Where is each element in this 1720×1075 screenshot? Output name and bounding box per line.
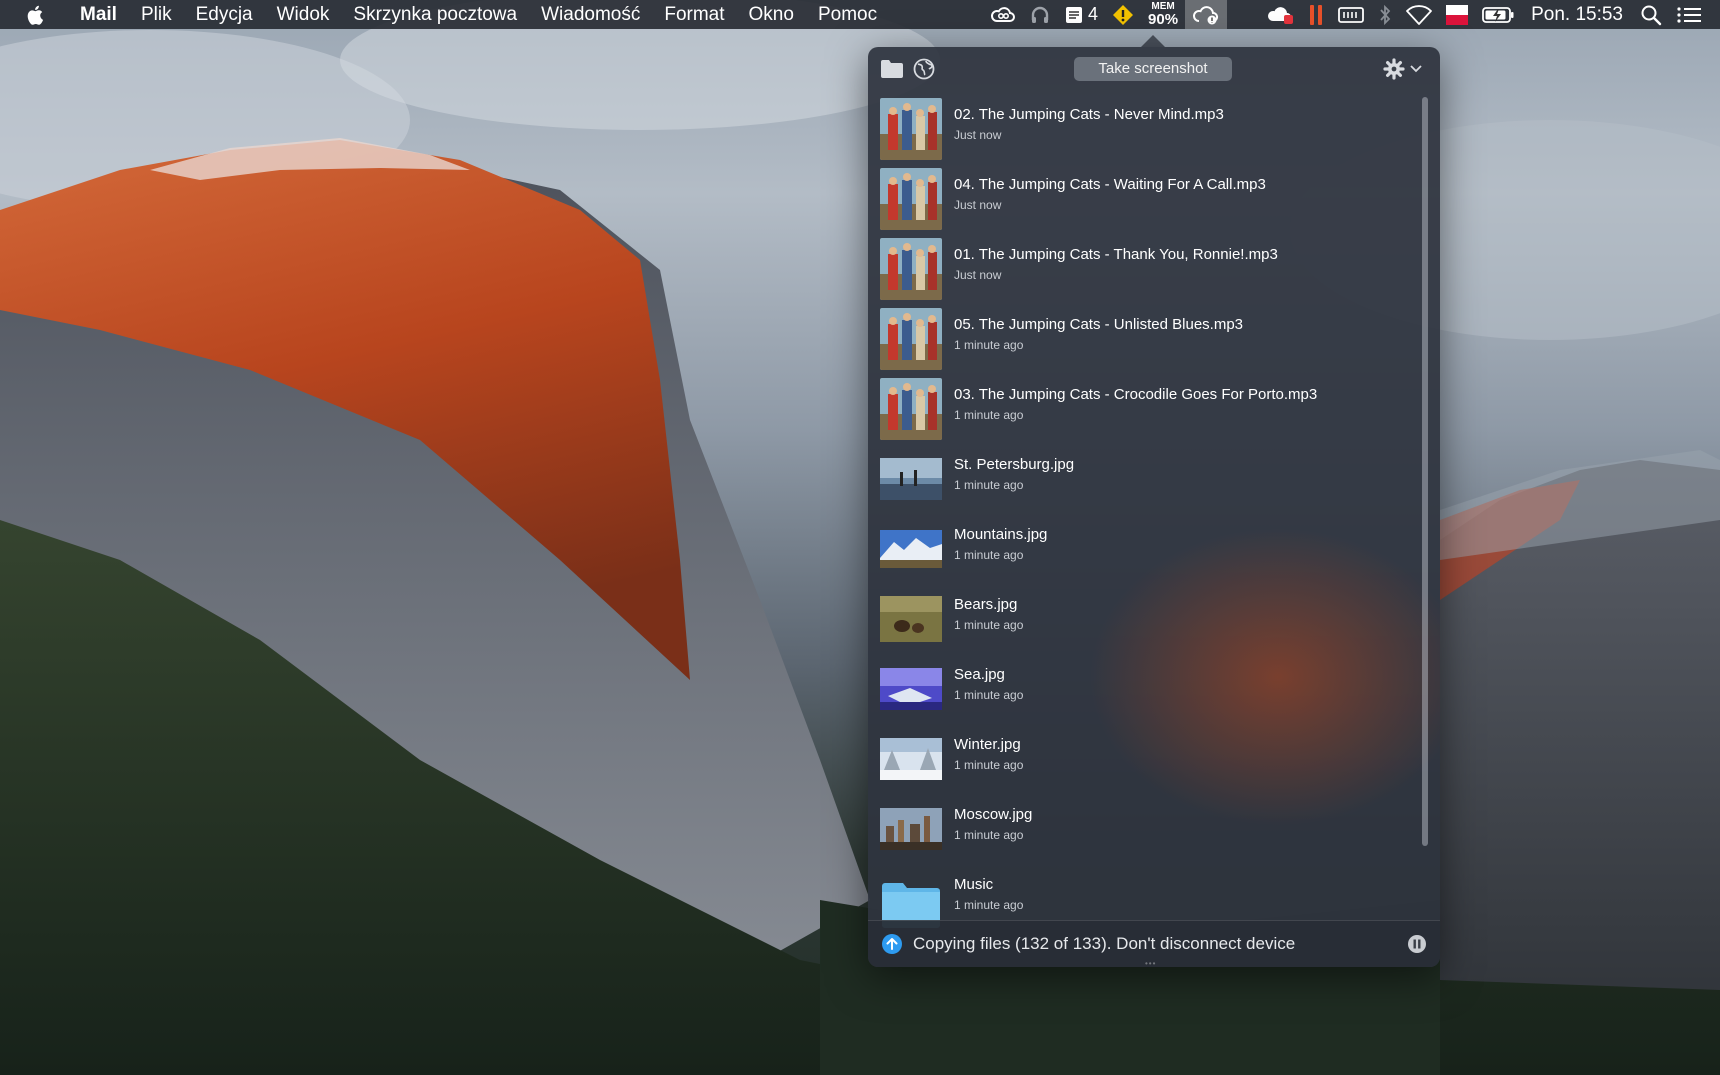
wifi-icon[interactable] — [1399, 0, 1439, 29]
file-name: Bears.jpg — [954, 596, 1018, 613]
file-time: 1 minute ago — [954, 758, 1024, 772]
resize-grip-icon[interactable]: ••• — [1145, 959, 1156, 967]
file-name: 03. The Jumping Cats - Crocodile Goes Fo… — [954, 386, 1318, 403]
popover-header: Take screenshot — [868, 47, 1440, 91]
album-art-thumbnail — [880, 98, 942, 160]
photo-thumbnail — [880, 658, 942, 720]
file-name: St. Petersburg.jpg — [954, 456, 1075, 473]
file-time: 1 minute ago — [954, 688, 1024, 702]
file-time: Just now — [954, 198, 1002, 212]
file-row[interactable]: Mountains.jpg 1 minute ago — [880, 515, 1420, 583]
file-row[interactable]: 02. The Jumping Cats - Never Mind.mp3 Ju… — [880, 95, 1420, 163]
file-name: Winter.jpg — [954, 736, 1021, 753]
cloud-sync-icon[interactable] — [1259, 0, 1301, 29]
file-time: 1 minute ago — [954, 898, 1024, 912]
creative-cloud-icon[interactable] — [983, 0, 1023, 29]
photo-thumbnail — [880, 448, 942, 510]
battery-icon[interactable] — [1475, 0, 1521, 29]
file-row[interactable]: 05. The Jumping Cats - Unlisted Blues.mp… — [880, 305, 1420, 373]
file-name: Sea.jpg — [954, 666, 1005, 683]
keyboard-icon[interactable] — [1331, 0, 1371, 29]
file-time: 1 minute ago — [954, 478, 1024, 492]
file-name: Moscow.jpg — [954, 806, 1033, 823]
menu-skrzynka-pocztowa[interactable]: Skrzynka pocztowa — [341, 0, 529, 29]
bluetooth-icon[interactable] — [1371, 0, 1399, 29]
file-time: 1 minute ago — [954, 338, 1024, 352]
memory-value: 90% — [1148, 11, 1179, 28]
pause-bars-icon[interactable] — [1301, 0, 1331, 29]
menubar-clock[interactable]: Pon. 15:53 — [1521, 4, 1633, 26]
album-art-thumbnail — [880, 378, 942, 440]
recent-files-list: 02. The Jumping Cats - Never Mind.mp3 Ju… — [868, 95, 1428, 967]
gear-icon[interactable] — [1382, 58, 1406, 80]
file-time: 1 minute ago — [954, 618, 1024, 632]
apple-menu-icon[interactable] — [26, 4, 48, 26]
globe-icon[interactable] — [912, 58, 936, 80]
file-name: 01. The Jumping Cats - Thank You, Ronnie… — [954, 246, 1278, 263]
menu-okno[interactable]: Okno — [737, 0, 806, 29]
popover-arrow — [1141, 35, 1165, 47]
folder-icon[interactable] — [880, 58, 904, 80]
menu-widok[interactable]: Widok — [265, 0, 342, 29]
menu-plik[interactable]: Plik — [129, 0, 184, 29]
menu-format[interactable]: Format — [652, 0, 736, 29]
file-time: 1 minute ago — [954, 548, 1024, 562]
file-row[interactable]: Winter.jpg 1 minute ago — [880, 725, 1420, 793]
file-time: 1 minute ago — [954, 828, 1024, 842]
file-name: 02. The Jumping Cats - Never Mind.mp3 — [954, 106, 1224, 123]
take-screenshot-button[interactable]: Take screenshot — [1074, 57, 1232, 81]
notes-count: 4 — [1088, 4, 1099, 24]
album-art-thumbnail — [880, 308, 942, 370]
input-source-flag-icon[interactable] — [1439, 0, 1475, 29]
file-name: 04. The Jumping Cats - Waiting For A Cal… — [954, 176, 1266, 193]
upload-arrow-icon — [881, 933, 903, 955]
photo-thumbnail — [880, 798, 942, 860]
desktop-wallpaper — [0, 0, 1720, 1075]
upload-popover: Take screenshot 02. The Jumping Cats - N… — [868, 47, 1440, 967]
menubar-spacer — [1227, 0, 1259, 29]
file-row[interactable]: 03. The Jumping Cats - Crocodile Goes Fo… — [880, 375, 1420, 443]
file-row[interactable]: Moscow.jpg 1 minute ago — [880, 795, 1420, 863]
photo-thumbnail — [880, 728, 942, 790]
album-art-thumbnail — [880, 238, 942, 300]
photo-thumbnail — [880, 518, 942, 580]
file-name: Music — [954, 876, 994, 893]
file-time: 1 minute ago — [954, 408, 1024, 422]
album-art-thumbnail — [880, 168, 942, 230]
memory-monitor[interactable]: MEM 90% — [1141, 0, 1185, 29]
menu-edycja[interactable]: Edycja — [184, 0, 265, 29]
cloud-upload-app-icon[interactable] — [1185, 0, 1228, 29]
file-time: Just now — [954, 268, 1002, 282]
menu-wiadomosc[interactable]: Wiadomość — [529, 0, 652, 29]
menu-pomoc[interactable]: Pomoc — [806, 0, 889, 29]
photo-thumbnail — [880, 588, 942, 650]
status-footer: Copying files (132 of 133). Don't discon… — [868, 920, 1440, 967]
file-row[interactable]: St. Petersburg.jpg 1 minute ago — [880, 445, 1420, 513]
copy-status-text: Copying files (132 of 133). Don't discon… — [913, 934, 1296, 953]
file-name: Mountains.jpg — [954, 526, 1048, 543]
file-name: 05. The Jumping Cats - Unlisted Blues.mp… — [954, 316, 1244, 333]
file-row[interactable]: 01. The Jumping Cats - Thank You, Ronnie… — [880, 235, 1420, 303]
notes-icon[interactable]: 4 — [1057, 0, 1105, 29]
spotlight-search-icon[interactable] — [1633, 0, 1669, 29]
pause-button-icon[interactable] — [1407, 934, 1427, 954]
notification-center-icon[interactable] — [1669, 0, 1720, 29]
file-time: Just now — [954, 128, 1002, 142]
menu-bar: Mail Plik Edycja Widok Skrzynka pocztowa… — [0, 0, 1720, 29]
file-row[interactable]: Sea.jpg 1 minute ago — [880, 655, 1420, 723]
file-row[interactable]: 04. The Jumping Cats - Waiting For A Cal… — [880, 165, 1420, 233]
menu-app-mail[interactable]: Mail — [68, 0, 129, 29]
chevron-down-icon[interactable] — [1409, 58, 1423, 80]
warning-diamond-icon[interactable] — [1105, 0, 1141, 29]
headphones-icon[interactable] — [1023, 0, 1057, 29]
list-scrollbar[interactable] — [1422, 97, 1430, 893]
scrollbar-thumb[interactable] — [1422, 97, 1428, 846]
file-row[interactable]: Bears.jpg 1 minute ago — [880, 585, 1420, 653]
